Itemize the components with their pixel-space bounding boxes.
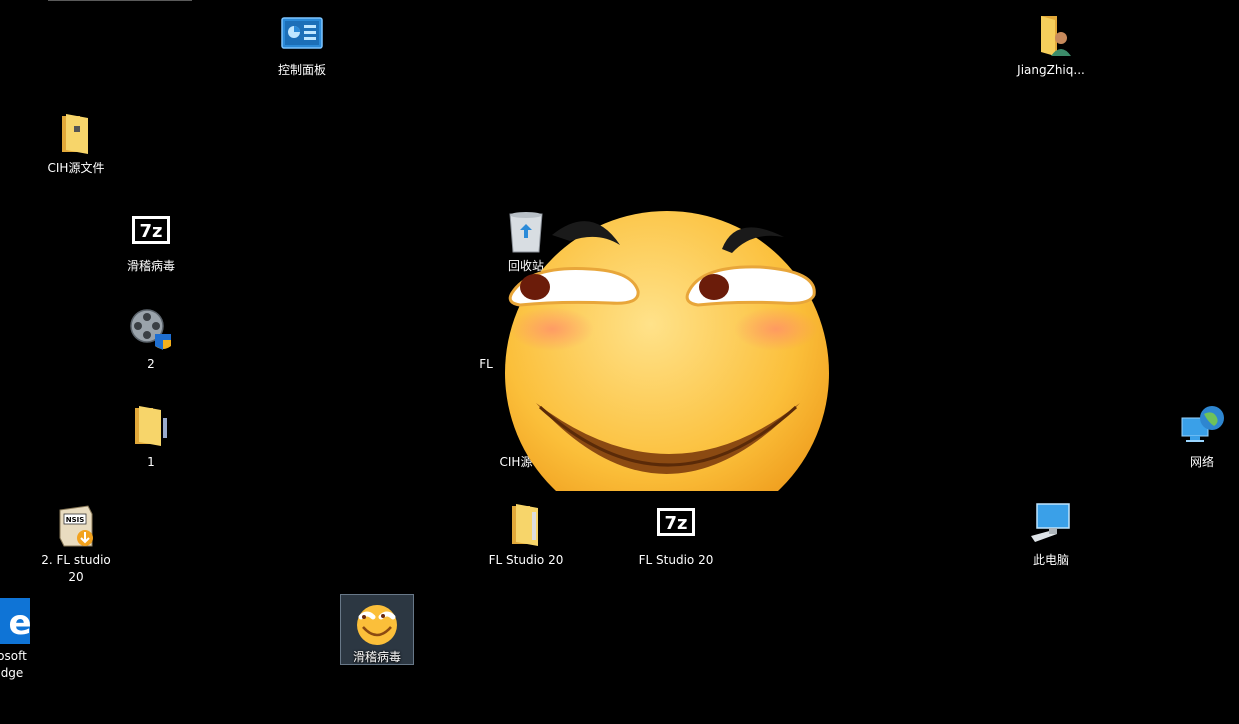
- user-folder-icon: [1027, 12, 1075, 60]
- fl-studio-zip-label: FL Studio 20: [638, 553, 714, 567]
- nsis-installer-icon: NSIS: [52, 502, 100, 550]
- cih-source-label: CIH源文件: [47, 161, 105, 175]
- control-panel-shortcut[interactable]: 控制面板: [264, 12, 340, 79]
- this-pc-label: 此电脑: [1032, 553, 1069, 567]
- control-panel-label: 控制面板: [277, 63, 326, 77]
- fl-studio-folder[interactable]: FL Studio 20: [488, 502, 564, 569]
- folder-icon: [52, 110, 100, 158]
- user-folder-label: JiangZhiq...: [1017, 63, 1085, 77]
- user-folder-shortcut[interactable]: JiangZhiq...: [1013, 12, 1089, 79]
- fl-studio-folder-label: FL Studio 20: [488, 553, 564, 567]
- installer-2-file[interactable]: 2: [113, 306, 189, 373]
- network-shortcut[interactable]: 网络: [1164, 404, 1239, 471]
- network-label: 网络: [1189, 455, 1214, 469]
- 7zip-archive-icon: 7z: [127, 208, 175, 256]
- edge-icon: e: [0, 598, 46, 646]
- svg-text:NSIS: NSIS: [66, 516, 85, 524]
- huaji-virus-label: 滑稽病毒: [352, 650, 401, 664]
- desktop: 控制面板 JiangZhiq... CIH源文件 7z 滑稽病毒 回收站 2 F…: [0, 0, 1239, 724]
- computer-monitor-icon: [1027, 502, 1075, 550]
- cih-source-folder[interactable]: CIH源文件: [38, 110, 114, 177]
- desktop-edge-line: [48, 0, 192, 1]
- nsis-fl-label: 2. FL studio 20: [41, 553, 111, 584]
- svg-text:7z: 7z: [664, 513, 687, 534]
- network-globe-icon: [1178, 404, 1226, 452]
- svg-text:7z: 7z: [139, 221, 162, 242]
- this-pc-shortcut[interactable]: 此电脑: [1013, 502, 1089, 569]
- folder-1-label: 1: [147, 455, 155, 469]
- zip-virus-label: 滑稽病毒: [126, 259, 175, 273]
- folder-icon: [502, 502, 550, 550]
- 7zip-archive-icon: 7z: [652, 502, 700, 550]
- fl-studio-zip[interactable]: 7z FL Studio 20: [638, 502, 714, 569]
- folder-icon: [127, 404, 175, 452]
- huaji-face-icon: [353, 599, 401, 647]
- huaji-face-overlay: [500, 205, 835, 491]
- installer-2-label: 2: [147, 357, 155, 371]
- svg-text:e: e: [8, 603, 30, 643]
- edge-label: osoft dge: [0, 649, 27, 680]
- folder-1[interactable]: 1: [113, 404, 189, 471]
- huaji-virus-exe[interactable]: 滑稽病毒: [340, 594, 414, 665]
- fl-hidden-label: FL: [479, 357, 493, 371]
- edge-shortcut[interactable]: e osoft dge: [0, 598, 46, 682]
- control-panel-icon: [278, 12, 326, 60]
- nsis-fl-installer[interactable]: NSIS 2. FL studio 20: [38, 502, 114, 586]
- zip-virus-file[interactable]: 7z 滑稽病毒: [113, 208, 189, 275]
- film-reel-installer-icon: [127, 306, 175, 354]
